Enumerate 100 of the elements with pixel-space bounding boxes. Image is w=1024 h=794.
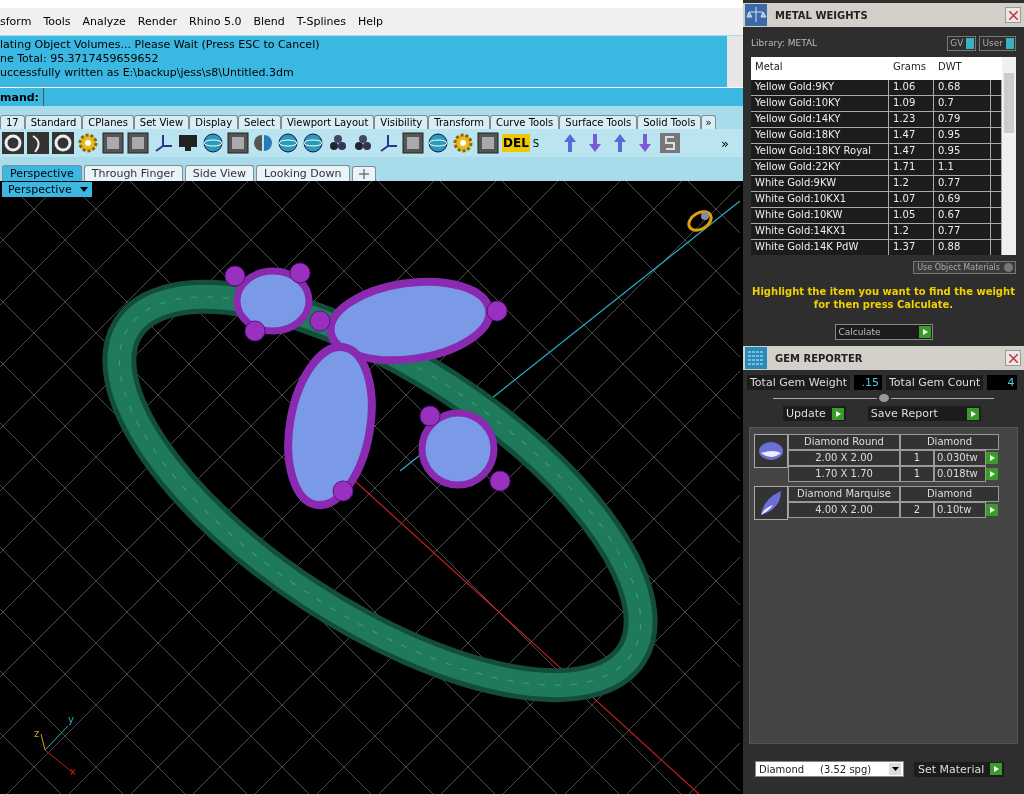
calculate-button[interactable]: Calculate bbox=[834, 324, 933, 340]
table-cell: 0.95 bbox=[934, 128, 991, 143]
table-row[interactable]: Yellow Gold:9KY 1.06 0.68 bbox=[751, 80, 1002, 96]
table-row[interactable]: White Gold:9KW 1.2 0.77 bbox=[751, 176, 1002, 192]
toolbar-tab[interactable]: Curve Tools bbox=[490, 115, 560, 129]
use-object-materials-toggle[interactable]: Use Object Materials bbox=[913, 261, 1016, 274]
panel-title: GEM REPORTER bbox=[774, 352, 864, 364]
splitter-handle[interactable] bbox=[878, 394, 889, 402]
close-button[interactable] bbox=[1005, 350, 1021, 366]
play-icon bbox=[966, 407, 979, 420]
table-cell: 1.47 bbox=[889, 144, 934, 159]
table-row[interactable]: Yellow Gold:14KY 1.23 0.79 bbox=[751, 112, 1002, 128]
toggle-button[interactable]: User bbox=[979, 35, 1016, 51]
play-icon[interactable] bbox=[986, 468, 998, 480]
table-row[interactable]: White Gold:14KX1 1.2 0.77 bbox=[751, 224, 1002, 240]
gem-name: Diamond Round bbox=[788, 434, 900, 450]
square-icon[interactable] bbox=[127, 132, 149, 154]
toolbar-tab[interactable]: Transform bbox=[428, 115, 490, 129]
column-header[interactable]: Grams bbox=[889, 57, 934, 80]
more-tabs-button[interactable]: » bbox=[701, 115, 716, 129]
square-icon[interactable] bbox=[477, 132, 499, 154]
column-header[interactable]: Metal bbox=[751, 57, 889, 80]
menu-item[interactable]: T-Splines bbox=[296, 15, 346, 28]
gear-icon[interactable] bbox=[452, 132, 474, 154]
library-label: Library: METAL bbox=[751, 38, 818, 48]
viewport[interactable]: Perspective y z x bbox=[0, 181, 743, 794]
toolbar-tab[interactable]: Standard bbox=[24, 115, 83, 129]
menu-item[interactable]: sform bbox=[0, 15, 32, 28]
square-icon[interactable] bbox=[402, 132, 424, 154]
toolbar-tab[interactable]: Solid Tools bbox=[637, 115, 702, 129]
menu-item[interactable]: Render bbox=[137, 15, 178, 28]
menu-item[interactable]: Blend bbox=[253, 15, 285, 28]
report-button[interactable]: Update bbox=[783, 406, 846, 421]
play-icon[interactable] bbox=[986, 504, 998, 516]
menu-item[interactable]: Tools bbox=[43, 15, 71, 28]
total-weight-label: Total Gem Weight bbox=[747, 375, 850, 390]
viewport-tab[interactable]: Perspective bbox=[2, 165, 82, 181]
table-cell: 0.7 bbox=[934, 96, 991, 111]
toolbar-tab[interactable]: Set View bbox=[133, 115, 190, 129]
monitor-icon[interactable] bbox=[177, 132, 199, 154]
marquise-gem-icon bbox=[754, 486, 788, 520]
report-button[interactable]: Save Report bbox=[867, 406, 981, 421]
delete-icon[interactable]: DEL bbox=[502, 134, 530, 152]
table-row[interactable]: White Gold:10KX1 1.07 0.69 bbox=[751, 192, 1002, 208]
gem-material: Diamond bbox=[900, 486, 999, 502]
sphere-icon[interactable] bbox=[302, 132, 324, 154]
viewport-tab[interactable]: Side View bbox=[184, 165, 255, 181]
toolbar-tab[interactable]: Display bbox=[189, 115, 239, 129]
add-tab-button[interactable] bbox=[351, 166, 376, 181]
gem-weight: 0.030tw bbox=[934, 450, 986, 466]
table-cell: 0.77 bbox=[934, 224, 991, 239]
table-row[interactable]: Yellow Gold:18KY Royal 1.47 0.95 bbox=[751, 144, 1002, 160]
sphere-icon[interactable] bbox=[202, 132, 224, 154]
ring-icon[interactable] bbox=[52, 132, 74, 154]
table-row[interactable]: White Gold:10KW 1.05 0.67 bbox=[751, 208, 1002, 224]
sphere-icon[interactable] bbox=[427, 132, 449, 154]
square-icon[interactable] bbox=[102, 132, 124, 154]
ring-icon[interactable] bbox=[2, 132, 24, 154]
viewport-tab[interactable]: Looking Down bbox=[256, 165, 350, 181]
close-icon bbox=[1008, 10, 1018, 20]
curve-icon[interactable] bbox=[27, 132, 49, 154]
split-circle-icon[interactable] bbox=[252, 132, 274, 154]
table-row[interactable]: Yellow Gold:10KY 1.09 0.7 bbox=[751, 96, 1002, 112]
toolbar-tab[interactable]: 17 bbox=[0, 115, 25, 129]
viewport-tab[interactable]: Through Finger bbox=[83, 165, 183, 181]
table-cell: White Gold:14KX1 bbox=[751, 224, 889, 239]
material-dropdown[interactable]: Diamond (3.52 spg) bbox=[755, 761, 904, 777]
square-icon[interactable] bbox=[659, 132, 682, 154]
table-cell: Yellow Gold:18KY Royal bbox=[751, 144, 889, 159]
toggle-button[interactable]: GV bbox=[947, 35, 977, 51]
table-cell: 1.1 bbox=[934, 160, 991, 175]
set-material-button[interactable]: Set Material bbox=[914, 761, 1005, 777]
toolbar-tab[interactable]: Viewport Layout bbox=[280, 115, 375, 129]
scrollbar[interactable] bbox=[1002, 57, 1016, 255]
table-cell: White Gold:9KW bbox=[751, 176, 889, 191]
gem-weight: 0.10tw bbox=[934, 502, 986, 518]
close-button[interactable] bbox=[1005, 7, 1021, 23]
gear-icon[interactable] bbox=[77, 132, 99, 154]
viewport-dropdown[interactable]: Perspective bbox=[2, 182, 92, 197]
menu-item[interactable]: Rhino 5.0 bbox=[189, 15, 242, 28]
table-cell: White Gold:10KX1 bbox=[751, 192, 889, 207]
table-row[interactable]: Yellow Gold:22KY 1.71 1.1 bbox=[751, 160, 1002, 176]
column-header[interactable]: DWT bbox=[934, 57, 991, 80]
toolbar-tab[interactable]: CPlanes bbox=[82, 115, 134, 129]
menu-item[interactable]: Analyze bbox=[82, 15, 126, 28]
sphere-icon[interactable] bbox=[277, 132, 299, 154]
toolbar-tab[interactable]: Select bbox=[238, 115, 281, 129]
play-icon bbox=[990, 763, 1003, 775]
command-input[interactable] bbox=[43, 88, 743, 106]
toolbar-tab[interactable]: Surface Tools bbox=[559, 115, 638, 129]
axis-label: z bbox=[34, 728, 40, 739]
toolbar-tab[interactable]: Visibility bbox=[374, 115, 429, 129]
menu-item[interactable]: Help bbox=[357, 15, 384, 28]
scrollbar-thumb[interactable] bbox=[1004, 73, 1014, 133]
play-icon[interactable] bbox=[986, 452, 998, 464]
square-icon[interactable] bbox=[227, 132, 249, 154]
more-tools-button[interactable]: » bbox=[707, 135, 743, 151]
scrollbar[interactable] bbox=[727, 36, 743, 87]
table-row[interactable]: Yellow Gold:18KY 1.47 0.95 bbox=[751, 128, 1002, 144]
table-row[interactable]: White Gold:14K PdW 1.37 0.88 bbox=[751, 240, 1002, 255]
